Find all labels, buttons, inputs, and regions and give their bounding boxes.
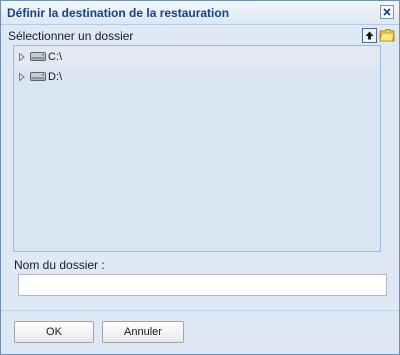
expand-arrow-icon[interactable] bbox=[19, 73, 25, 81]
dialog-title: Définir la destination de la restauratio… bbox=[7, 6, 230, 20]
tree-item-drive-c[interactable]: C:\ bbox=[14, 47, 380, 67]
expand-arrow-icon[interactable] bbox=[19, 53, 25, 61]
cancel-button[interactable]: Annuler bbox=[102, 321, 184, 343]
restore-destination-dialog: Définir la destination de la restauratio… bbox=[0, 0, 400, 355]
tree-item-drive-d[interactable]: D:\ bbox=[14, 67, 380, 87]
close-icon bbox=[383, 8, 391, 16]
folder-tree[interactable]: C:\ D:\ bbox=[13, 45, 381, 252]
folder-name-label: Nom du dossier : bbox=[14, 258, 105, 272]
drive-label: D:\ bbox=[48, 71, 63, 83]
close-button[interactable] bbox=[380, 5, 394, 19]
divider bbox=[1, 310, 399, 311]
parent-folder-button[interactable] bbox=[362, 28, 377, 43]
new-folder-icon bbox=[379, 29, 395, 42]
ok-button[interactable]: OK bbox=[14, 321, 94, 343]
select-folder-label: Sélectionner un dossier bbox=[8, 29, 134, 43]
hard-drive-icon bbox=[30, 72, 46, 81]
title-bar: Définir la destination de la restauratio… bbox=[1, 1, 399, 25]
folder-name-input[interactable] bbox=[18, 274, 387, 296]
drive-label: C:\ bbox=[48, 51, 63, 63]
new-folder-button[interactable] bbox=[379, 27, 395, 43]
up-arrow-icon bbox=[365, 31, 374, 40]
hard-drive-icon bbox=[30, 52, 46, 61]
